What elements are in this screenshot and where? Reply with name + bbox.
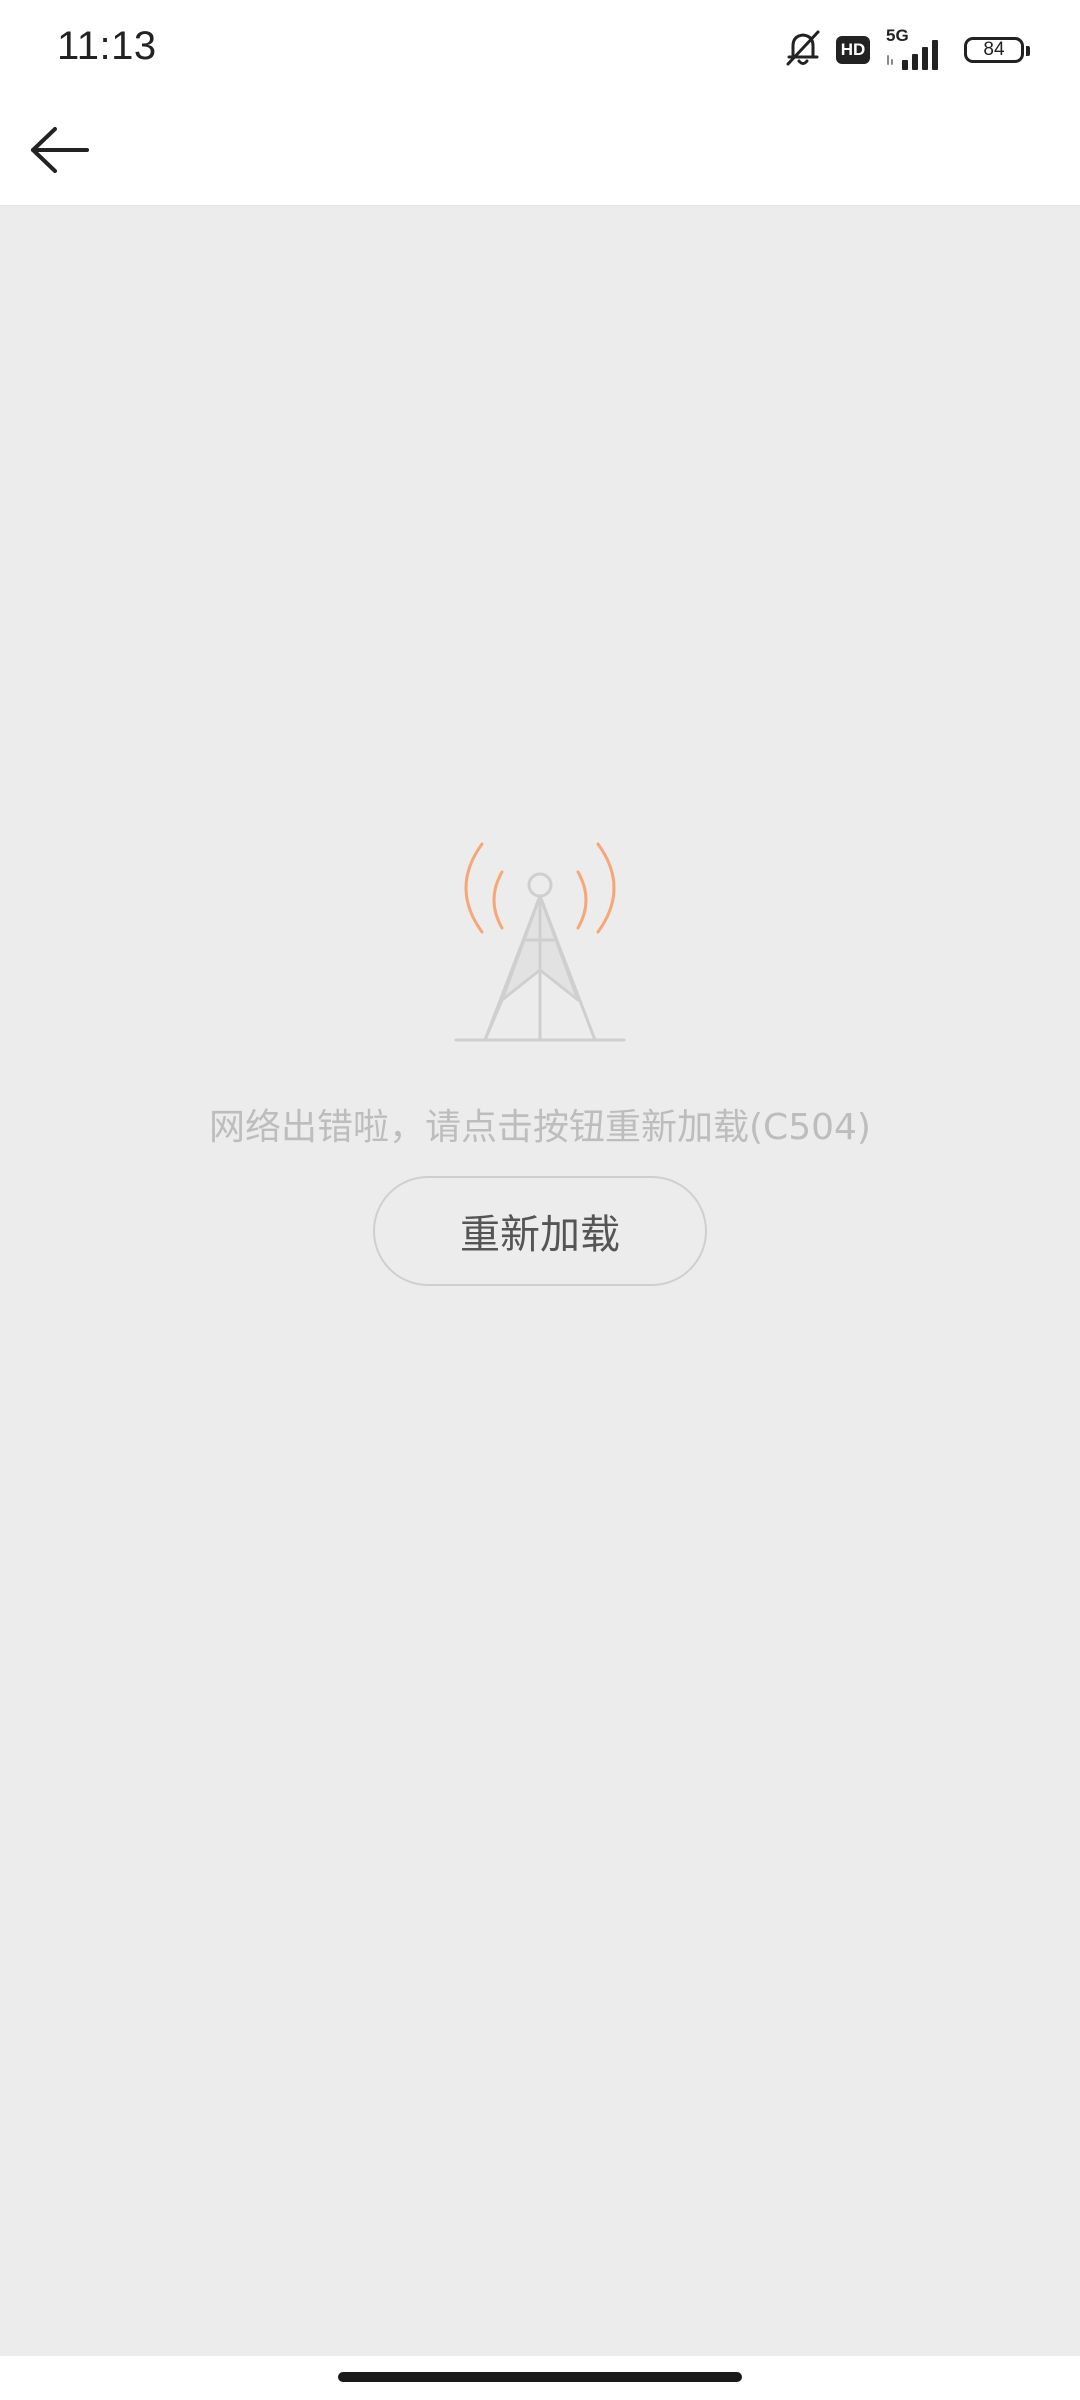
home-indicator[interactable] [338, 2372, 742, 2382]
reload-button[interactable]: 重新加载 [373, 1176, 707, 1286]
battery-level: 84 [983, 39, 1005, 60]
signal-tower-icon [440, 830, 640, 1060]
battery-icon: 84 [964, 37, 1030, 63]
signal-5g-icon: 5G [884, 26, 950, 70]
status-time: 11:13 [57, 24, 157, 68]
status-icons: HD 5G 84 [770, 26, 1030, 74]
back-button[interactable] [20, 116, 100, 188]
error-message: 网络出错啦，请点击按钮重新加载(C504) [209, 1107, 871, 1148]
system-nav-bar [0, 2356, 1080, 2400]
hd-icon: HD [836, 36, 870, 64]
bell-muted-icon [784, 28, 822, 72]
arrow-left-icon [29, 126, 91, 178]
reload-button-label: 重新加载 [460, 1212, 620, 1258]
top-bar [0, 100, 1080, 206]
status-bar: 11:13 HD 5G 84 [0, 0, 1080, 100]
